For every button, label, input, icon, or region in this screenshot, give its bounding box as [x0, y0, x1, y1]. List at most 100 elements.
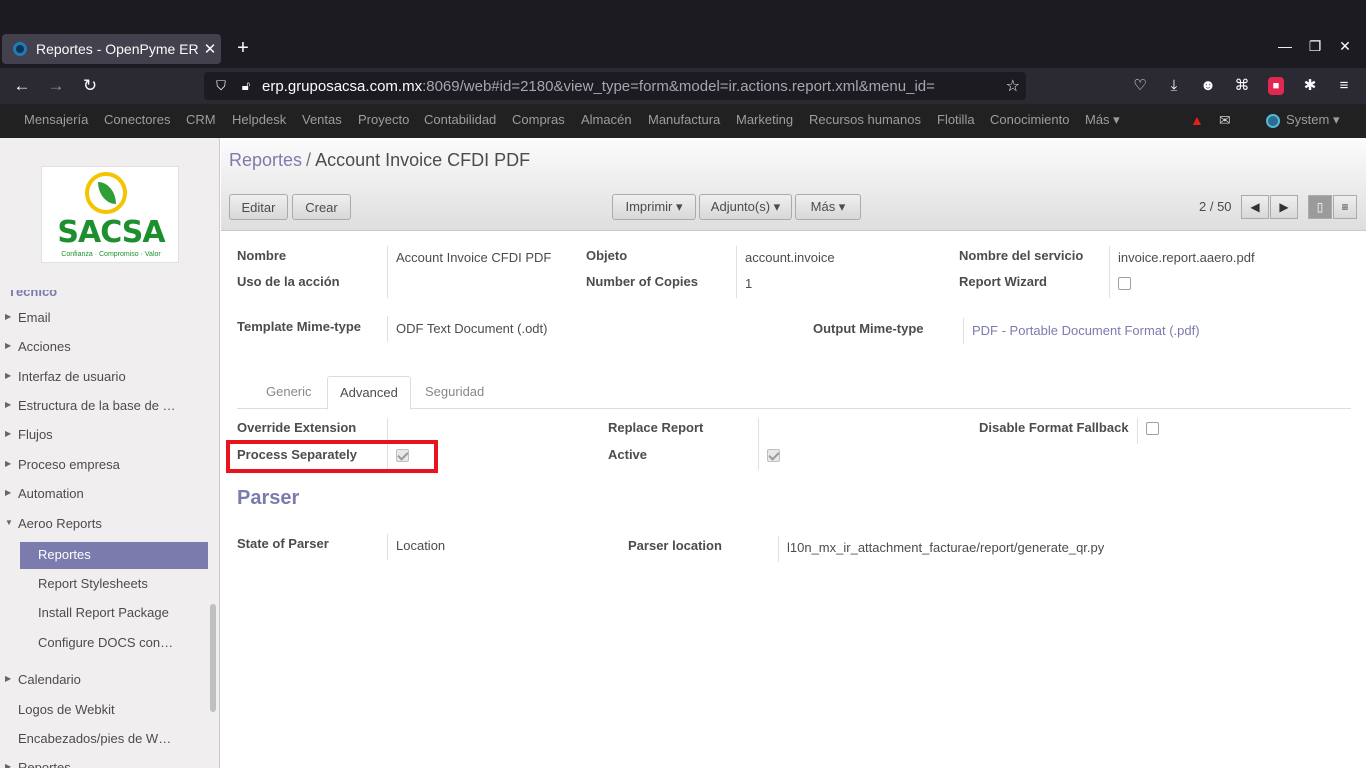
menu-almacen[interactable]: Almacén [581, 112, 632, 127]
menu-crm[interactable]: CRM [186, 112, 216, 127]
uso-accion-label: Uso de la acción [237, 274, 340, 289]
field-divider [387, 534, 388, 560]
back-icon[interactable]: ← [11, 75, 33, 97]
menu-mensajeria[interactable]: Mensajería [24, 112, 88, 127]
menu-compras[interactable]: Compras [512, 112, 565, 127]
state-of-parser-value: Location [396, 538, 446, 553]
sidebar-item-aeroo-reports[interactable]: ▼ Aeroo Reports [0, 511, 208, 537]
user-menu[interactable]: System ▾ [1286, 112, 1339, 128]
attachments-dropdown-button[interactable]: Adjunto(s) ▾ [699, 194, 792, 220]
menu-helpdesk[interactable]: Helpdesk [232, 112, 286, 127]
ublock-icon[interactable]: ■ [1268, 77, 1284, 95]
browser-tab-active[interactable]: Reportes - OpenPyme ERP ✕ [2, 34, 221, 64]
sidebar-item-reportes-2[interactable]: ▶ Reportes [0, 755, 208, 768]
create-button[interactable]: Crear [292, 194, 351, 220]
tab-generic[interactable]: Generic [254, 376, 324, 409]
control-panel: Reportes / Account Invoice CFDI PDF Editar… [221, 138, 1366, 231]
extension-avatar-icon[interactable]: ☻ [1197, 75, 1219, 97]
sidebar-item-configure-docs[interactable]: Configure DOCS con… [0, 630, 208, 656]
user-avatar-icon[interactable] [1266, 114, 1280, 128]
sidebar-item-label: Estructura de la base de … [18, 398, 176, 413]
logo-tagline: Confianza · Compromiso · Valor [61, 251, 161, 258]
company-logo[interactable]: SACSA Confianza · Compromiso · Valor [41, 166, 179, 263]
replace-report-label: Replace Report [608, 420, 704, 435]
menu-marketing[interactable]: Marketing [736, 112, 793, 127]
more-dropdown-button[interactable]: Más ▾ [795, 194, 861, 220]
sidebar-item-interfaz[interactable]: ▶ Interfaz de usuario [0, 364, 208, 390]
caret-right-icon: ▶ [5, 762, 12, 768]
sidebar-item-email[interactable]: ▶ Email [0, 305, 208, 331]
tab-seguridad[interactable]: Seguridad [413, 376, 496, 409]
menu-conectores[interactable]: Conectores [104, 112, 170, 127]
template-mimetype-value: ODF Text Document (.odt) [396, 321, 548, 336]
close-tab-icon[interactable]: ✕ [199, 40, 221, 58]
sidebar-item-label: Email [18, 310, 51, 325]
hamburger-menu-icon[interactable]: ≡ [1333, 75, 1355, 97]
tab-advanced[interactable]: Advanced [327, 376, 411, 410]
sidebar-item-calendario[interactable]: ▶ Calendario [0, 667, 208, 693]
caret-right-icon: ▶ [5, 341, 12, 350]
odoo-top-menu: Mensajería Conectores CRM Helpdesk Venta… [0, 104, 1366, 138]
menu-conocimiento[interactable]: Conocimiento [990, 112, 1070, 127]
menu-contabilidad[interactable]: Contabilidad [424, 112, 496, 127]
copies-value: 1 [745, 276, 753, 291]
forward-icon[interactable]: → [45, 75, 67, 97]
nombre-label: Nombre [237, 248, 287, 263]
breadcrumb-parent-link[interactable]: Reportes [229, 150, 302, 170]
sidebar-item-reportes[interactable]: Reportes [20, 542, 208, 569]
extension-icon[interactable]: ✱ [1299, 75, 1321, 97]
pocket-icon[interactable]: ♡ [1129, 75, 1151, 97]
objeto-label: Objeto [586, 248, 628, 263]
disable-format-fallback-checkbox[interactable] [1146, 422, 1159, 435]
reload-icon[interactable]: ↻ [79, 75, 101, 97]
maximize-icon[interactable]: ❐ [1305, 38, 1325, 55]
warning-icon[interactable]: ▲ [1190, 112, 1204, 128]
menu-manufactura[interactable]: Manufactura [648, 112, 720, 127]
sidebar-item-label: Proceso empresa [18, 457, 120, 472]
url-host: erp.gruposacsa.com.mx [262, 77, 423, 95]
window-titlebar [0, 0, 1366, 30]
sidebar-item-encabezados[interactable]: Encabezados/pies de W… [0, 726, 208, 752]
translate-icon[interactable]: ⌘ [1231, 75, 1253, 97]
shield-icon[interactable]: ⛉ [213, 78, 229, 94]
active-checkbox[interactable] [767, 449, 780, 462]
mail-icon[interactable]: ✉ [1219, 112, 1231, 129]
parser-location-value: l10n_mx_ir_attachment_facturae/report/ge… [787, 540, 1105, 555]
sidebar-item-automation[interactable]: ▶ Automation [0, 481, 208, 507]
field-divider [736, 246, 737, 298]
sidebar-item-flujos[interactable]: ▶ Flujos [0, 422, 208, 448]
sidebar-item-label: Report Stylesheets [38, 576, 148, 591]
download-icon[interactable]: ⤓ [1163, 75, 1185, 97]
pager-previous-icon[interactable]: ◀ [1241, 195, 1269, 219]
menu-ventas[interactable]: Ventas [302, 112, 342, 127]
menu-flotilla[interactable]: Flotilla [937, 112, 975, 127]
sidebar-item-logos-webkit[interactable]: Logos de Webkit [0, 697, 208, 723]
menu-recursos-humanos[interactable]: Recursos humanos [809, 112, 921, 127]
sidebar-scrollbar[interactable] [210, 604, 216, 712]
pager-next-icon[interactable]: ▶ [1270, 195, 1298, 219]
url-text[interactable]: erp.gruposacsa.com.mx:8069/web#id=2180&v… [262, 78, 992, 95]
menu-proyecto[interactable]: Proyecto [358, 112, 409, 127]
new-tab-button[interactable]: + [232, 36, 254, 62]
url-bar[interactable]: ⛉ 🔓︎ erp.gruposacsa.com.mx:8069/web#id=2… [204, 72, 1026, 100]
sidebar-item-proceso[interactable]: ▶ Proceso empresa [0, 452, 208, 478]
report-wizard-checkbox[interactable] [1118, 277, 1131, 290]
sidebar-item-install-report-package[interactable]: Install Report Package [0, 600, 208, 626]
menu-mas[interactable]: Más ▾ [1085, 112, 1120, 128]
output-mimetype-link[interactable]: PDF - Portable Document Format (.pdf) [972, 323, 1200, 338]
sidebar-item-report-stylesheets[interactable]: Report Stylesheets [0, 571, 208, 597]
form-view-icon[interactable]: ▯ [1308, 195, 1332, 219]
pager-counter[interactable]: 2 / 50 [1199, 199, 1232, 214]
sidebar-item-acciones[interactable]: ▶ Acciones [0, 334, 208, 360]
objeto-value: account.invoice [745, 250, 835, 265]
list-view-icon[interactable]: ≡ [1333, 195, 1357, 219]
sidebar-item-label: Calendario [18, 672, 81, 687]
lock-icon[interactable]: 🔓︎ [238, 78, 254, 94]
disable-format-fallback-label: Disable Format Fallback [979, 420, 1129, 435]
minimize-icon[interactable]: — [1275, 38, 1295, 54]
print-dropdown-button[interactable]: Imprimir ▾ [612, 194, 696, 220]
sidebar-item-estructura[interactable]: ▶ Estructura de la base de … [0, 393, 208, 419]
edit-button[interactable]: Editar [229, 194, 288, 220]
bookmark-star-icon[interactable]: ☆ [1006, 76, 1020, 96]
close-window-icon[interactable]: ✕ [1335, 38, 1355, 55]
